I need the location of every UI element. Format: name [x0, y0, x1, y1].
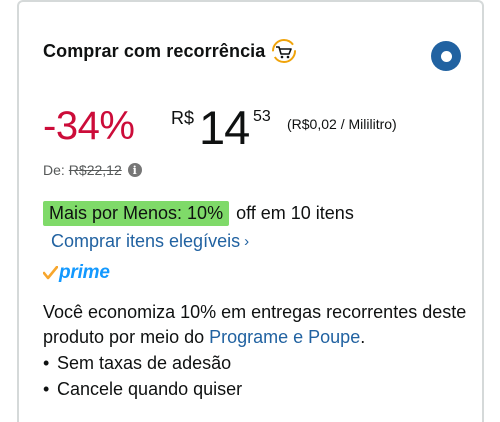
- prime-badge: prime: [42, 262, 110, 284]
- radio-selected-icon: [440, 50, 452, 62]
- bullet-dot: •: [43, 353, 50, 373]
- promo-row: Mais por Menos: 10% off em 10 itens: [43, 201, 354, 226]
- benefit-item: • Cancele quando quiser: [43, 376, 242, 402]
- chevron-right-icon: ›: [244, 233, 250, 250]
- unit-price: (R$0,02 / Mililitro): [287, 116, 397, 132]
- bullet-dot: •: [43, 379, 50, 399]
- info-icon[interactable]: i: [127, 163, 142, 177]
- list-price-row: De: R$22,12 i: [43, 162, 142, 178]
- benefit-item: • Sem taxas de adesão: [43, 350, 242, 376]
- option-title: Comprar com recorrência: [43, 40, 266, 61]
- price-whole: 14: [199, 101, 250, 154]
- prime-check-icon: [42, 265, 59, 280]
- list-price-value: R$22,12: [68, 162, 122, 178]
- cart-refresh-icon: [271, 38, 297, 64]
- description-end: .: [360, 327, 366, 347]
- discount-percent: -34%: [43, 104, 135, 148]
- price-currency: R$: [171, 108, 195, 128]
- price-fraction: 53: [253, 108, 271, 125]
- subscribe-option-card[interactable]: Comprar com recorrência -34% R$ 14 53 (R…: [17, 0, 484, 422]
- list-price-label: De:: [43, 162, 65, 178]
- benefit-text: Cancele quando quiser: [57, 379, 243, 399]
- subscribe-radio-button[interactable]: [431, 41, 461, 71]
- benefit-text: Sem taxas de adesão: [57, 353, 232, 373]
- prime-label: prime: [59, 262, 110, 283]
- benefit-list: • Sem taxas de adesão • Cancele quando q…: [43, 350, 242, 402]
- option-title-row: Comprar com recorrência: [43, 38, 297, 64]
- subscribe-save-link[interactable]: Programe e Poupe: [209, 327, 360, 347]
- promo-text: off em 10 itens: [236, 203, 354, 223]
- subscription-description: Você economiza 10% em entregas recorrent…: [43, 300, 483, 350]
- promo-badge: Mais por Menos: 10%: [43, 201, 230, 226]
- eligible-items-link[interactable]: Comprar itens elegíveis ›: [51, 231, 249, 252]
- eligible-items-link-label[interactable]: Comprar itens elegíveis: [51, 231, 240, 252]
